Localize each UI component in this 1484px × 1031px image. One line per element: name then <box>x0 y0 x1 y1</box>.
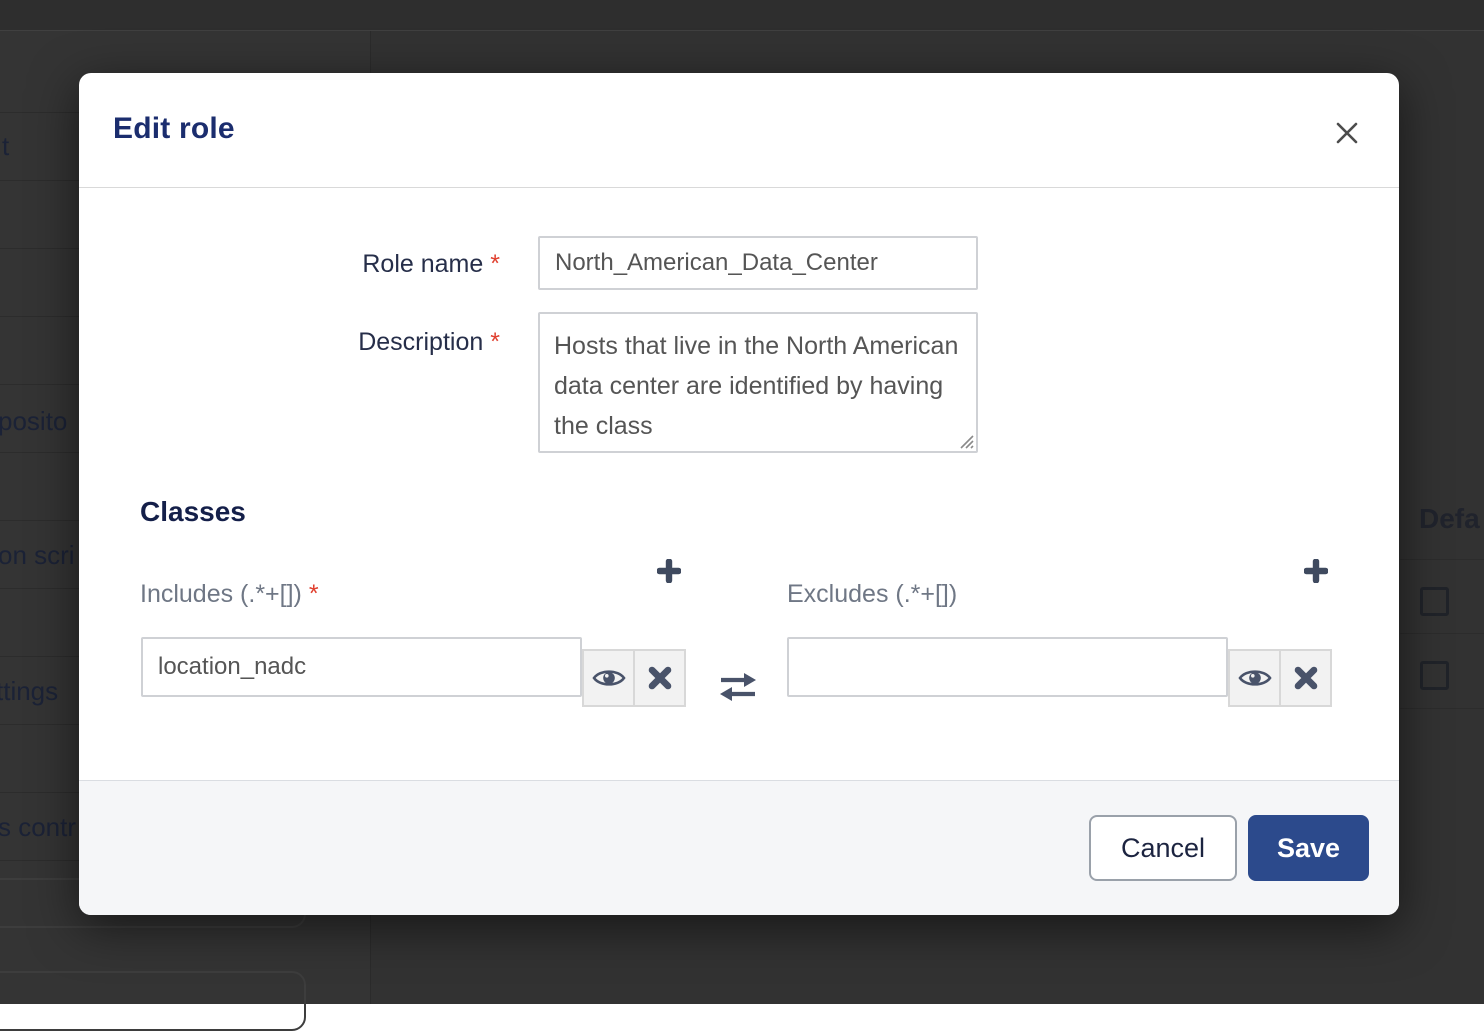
edit-role-dialog: Edit role Role name* Description* Hosts … <box>79 73 1399 915</box>
role-name-label-text: Role name <box>362 250 483 278</box>
save-button[interactable]: Save <box>1248 815 1369 881</box>
required-asterisk: * <box>309 580 319 608</box>
background-card <box>0 971 306 1031</box>
row-divider <box>1400 559 1484 560</box>
swap-include-exclude[interactable] <box>719 670 757 704</box>
classes-heading: Classes <box>140 496 246 528</box>
excludes-label: Excludes (.*+[]) <box>787 580 957 609</box>
background-right-column: Defa <box>1400 31 1484 1004</box>
row-divider <box>1400 708 1484 709</box>
background-top-bar <box>0 0 1484 31</box>
includes-input[interactable] <box>141 637 582 697</box>
eye-icon <box>592 666 626 690</box>
description-label: Description* <box>79 328 500 357</box>
dialog-title: Edit role <box>113 112 235 146</box>
description-label-text: Description <box>358 328 483 356</box>
preview-include-button[interactable] <box>582 649 635 707</box>
description-field-wrap: Hosts that live in the North American da… <box>538 312 978 453</box>
checkbox-icon[interactable] <box>1420 587 1449 616</box>
eye-icon <box>1238 666 1272 690</box>
background-nav-fragment: s contr <box>0 812 76 843</box>
cancel-button[interactable]: Cancel <box>1089 815 1237 881</box>
background-nav-fragment: ttings <box>0 676 58 707</box>
plus-icon <box>657 559 681 583</box>
dialog-header: Edit role <box>79 73 1399 188</box>
preview-exclude-button[interactable] <box>1228 649 1281 707</box>
bold-x-icon <box>647 665 673 691</box>
background-nav-fragment: on scri <box>0 540 75 571</box>
remove-exclude-button[interactable] <box>1279 649 1332 707</box>
role-name-label: Role name* <box>79 250 500 279</box>
description-textarea[interactable]: Hosts that live in the North American da… <box>538 312 978 453</box>
required-asterisk: * <box>490 328 500 356</box>
background-column-header: Defa <box>1419 503 1480 535</box>
required-asterisk: * <box>490 250 500 278</box>
bold-x-icon <box>1293 665 1319 691</box>
checkbox-icon[interactable] <box>1420 661 1449 690</box>
excludes-label-text: Excludes (.*+[]) <box>787 580 957 608</box>
close-icon <box>1334 120 1360 146</box>
background-nav-fragment: t <box>2 131 9 162</box>
dialog-footer: Cancel Save <box>79 780 1399 915</box>
add-include-button[interactable] <box>656 559 682 585</box>
includes-label-text: Includes (.*+[]) <box>140 580 302 608</box>
left-right-arrows-icon <box>719 670 757 704</box>
row-divider <box>1400 633 1484 634</box>
background-nav-fragment: posito <box>0 406 67 437</box>
role-name-input[interactable] <box>538 236 978 290</box>
remove-include-button[interactable] <box>633 649 686 707</box>
excludes-input[interactable] <box>787 637 1228 697</box>
plus-icon <box>1304 559 1328 583</box>
add-exclude-button[interactable] <box>1303 559 1329 585</box>
close-button[interactable] <box>1331 117 1363 149</box>
includes-label: Includes (.*+[])* <box>140 580 319 609</box>
